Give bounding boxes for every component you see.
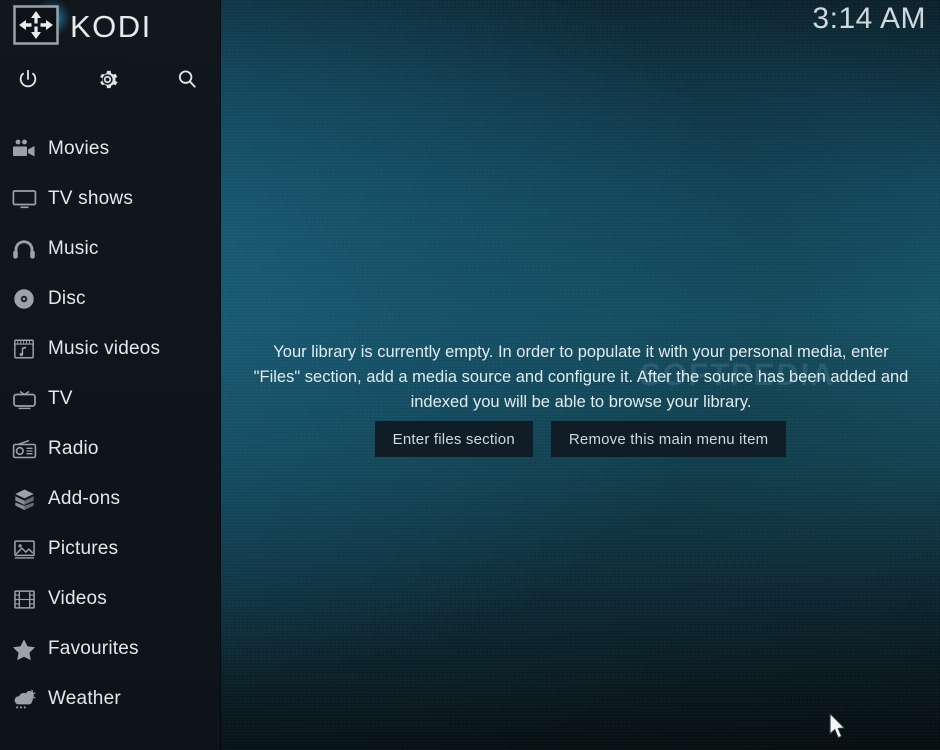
- enter-files-section-button[interactable]: Enter files section: [374, 421, 533, 457]
- weather-cloud-icon: [2, 689, 46, 710]
- sidebar: KODI Movies TV shows Music Disc Music vi…: [0, 0, 221, 750]
- power-button[interactable]: [9, 60, 47, 98]
- sidebar-item-label: Videos: [48, 588, 107, 609]
- sidebar-item-label: Music: [48, 238, 99, 259]
- sidebar-item-label: TV: [48, 388, 73, 409]
- sidebar-item-label: Disc: [48, 288, 86, 309]
- empty-library-message: Your library is currently empty. In orde…: [253, 343, 909, 411]
- brand: KODI: [8, 0, 152, 50]
- sidebar-item-tv[interactable]: TV: [0, 374, 221, 424]
- power-icon: [17, 68, 39, 90]
- sidebar-item-disc[interactable]: Disc: [0, 274, 221, 324]
- sidebar-item-pictures[interactable]: Pictures: [0, 524, 221, 574]
- kodi-move-arrows-icon: [13, 4, 59, 50]
- kodi-window: SOFTPEDIA Your library is currently empt…: [0, 0, 940, 750]
- settings-button[interactable]: [88, 60, 126, 98]
- star-icon: [2, 638, 46, 661]
- movie-camera-icon: [2, 139, 46, 159]
- package-box-icon: [2, 488, 46, 511]
- sidebar-item-label: Pictures: [48, 538, 119, 559]
- sidebar-item-addons[interactable]: Add-ons: [0, 474, 221, 524]
- film-strip-icon: [2, 589, 46, 610]
- kodi-logo: [8, 0, 70, 50]
- disc-icon: [2, 288, 46, 310]
- remove-main-menu-item-button[interactable]: Remove this main menu item: [550, 421, 787, 457]
- television-icon: [2, 388, 46, 410]
- sidebar-item-movies[interactable]: Movies: [0, 124, 221, 174]
- sidebar-item-label: Favourites: [48, 638, 139, 659]
- action-button-row: Enter files section Remove this main men…: [221, 421, 940, 457]
- main-menu: Movies TV shows Music Disc Music videos …: [0, 124, 221, 724]
- search-button[interactable]: [168, 60, 206, 98]
- picture-icon: [2, 539, 46, 560]
- sidebar-item-label: Add-ons: [48, 488, 121, 509]
- search-icon: [176, 68, 198, 90]
- sidebar-item-favourites[interactable]: Favourites: [0, 624, 221, 674]
- main-content: Your library is currently empty. In orde…: [221, 0, 940, 750]
- brand-name: KODI: [70, 9, 152, 44]
- quick-actions: [0, 60, 221, 98]
- sidebar-item-label: Movies: [48, 138, 110, 159]
- sidebar-item-tv-shows[interactable]: TV shows: [0, 174, 221, 224]
- sidebar-item-label: Weather: [48, 688, 121, 709]
- monitor-icon: [2, 189, 46, 209]
- sidebar-item-label: TV shows: [48, 188, 134, 209]
- music-video-icon: [2, 338, 46, 360]
- sidebar-item-videos[interactable]: Videos: [0, 574, 221, 624]
- sidebar-item-label: Radio: [48, 438, 99, 459]
- sidebar-item-label: Music videos: [48, 338, 161, 359]
- sidebar-item-radio[interactable]: Radio: [0, 424, 221, 474]
- radio-icon: [2, 439, 46, 459]
- sidebar-item-weather[interactable]: Weather: [0, 674, 221, 724]
- sidebar-item-music-videos[interactable]: Music videos: [0, 324, 221, 374]
- sidebar-item-music[interactable]: Music: [0, 224, 221, 274]
- gear-icon: [96, 68, 119, 91]
- clock: 3:14 AM: [812, 2, 926, 35]
- headphones-icon: [2, 239, 46, 260]
